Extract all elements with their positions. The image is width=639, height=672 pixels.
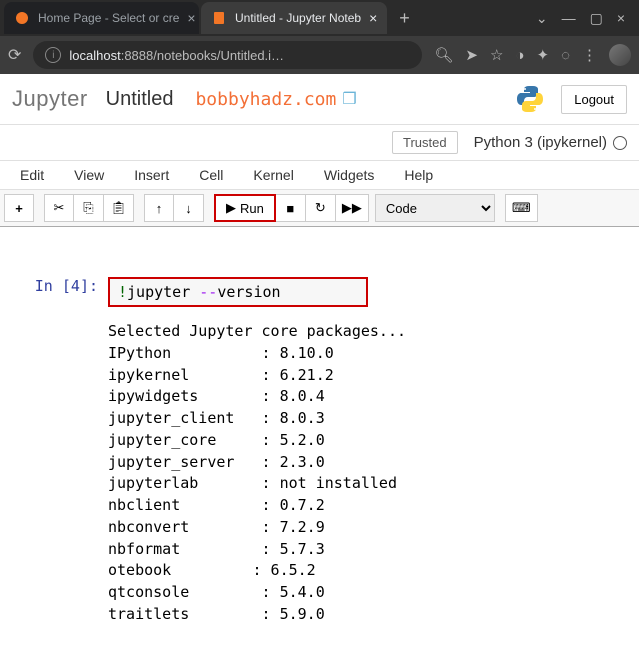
share-icon[interactable]: ➤ [465, 46, 478, 64]
close-window-icon[interactable]: × [617, 10, 625, 26]
run-button[interactable]: ▶ Run [214, 194, 276, 222]
celltype-select[interactable]: Code [375, 194, 495, 222]
menu-cell[interactable]: Cell [199, 167, 223, 183]
menu-icon[interactable]: ⋮ [582, 46, 597, 64]
command-palette-button[interactable]: ⌨ [505, 194, 538, 222]
site-info-icon[interactable]: i [45, 47, 61, 63]
menu-insert[interactable]: Insert [134, 167, 169, 183]
tab-title: Untitled - Jupyter Noteb [235, 11, 361, 25]
cube-icon: ❒ [342, 89, 356, 109]
copy-button[interactable]: ⎘ [74, 194, 104, 222]
browser-tab-notebook[interactable]: Untitled - Jupyter Noteb × [201, 2, 387, 34]
minimize-icon[interactable]: — [562, 10, 576, 26]
menu-edit[interactable]: Edit [20, 167, 44, 183]
tab-title: Home Page - Select or cre [38, 11, 179, 25]
close-icon[interactable]: × [187, 10, 195, 26]
notebook-favicon [211, 10, 227, 26]
reload-icon[interactable]: ⟳ [8, 45, 21, 65]
shield-icon[interactable]: ◑ [515, 47, 524, 64]
menu-kernel[interactable]: Kernel [253, 167, 293, 183]
code-input[interactable]: !jupyter --version [108, 277, 368, 307]
menubar: Edit View Insert Cell Kernel Widgets Hel… [0, 161, 639, 190]
browser-chrome: Home Page - Select or cre × Untitled - J… [0, 0, 639, 74]
url-text: localhost:8888/notebooks/Untitled.i… [69, 48, 284, 63]
url-field[interactable]: i localhost:8888/notebooks/Untitled.i… [33, 41, 422, 69]
menu-widgets[interactable]: Widgets [324, 167, 375, 183]
extensions-icon[interactable]: ✦ [537, 46, 550, 64]
maximize-icon[interactable]: ▢ [590, 10, 603, 27]
kernel-name: Python 3 (ipykernel) [474, 134, 607, 151]
jupyter-logo[interactable]: Jupyter [12, 86, 88, 112]
add-cell-button[interactable]: + [4, 194, 34, 222]
run-all-button[interactable]: ▶▶ [336, 194, 369, 222]
search-icon[interactable]: 🔍︎ [434, 46, 453, 64]
notebook-area: In [4]: !jupyter --version Selected Jupy… [0, 227, 639, 626]
code-cell[interactable]: In [4]: !jupyter --version [8, 277, 631, 307]
python-logo-icon [513, 82, 547, 116]
move-up-button[interactable]: ↑ [144, 194, 174, 222]
new-tab-button[interactable]: + [389, 8, 420, 29]
loading-icon[interactable]: ◌ [561, 47, 570, 64]
notebook-subheader: Trusted Python 3 (ipykernel) [0, 125, 639, 161]
address-bar: ⟳ i localhost:8888/notebooks/Untitled.i…… [0, 36, 639, 74]
notebook-name[interactable]: Untitled [106, 88, 174, 111]
browser-actions: 🔍︎ ➤ ☆ ◑ ✦ ◌ ⋮ [434, 44, 631, 66]
jupyter-favicon [14, 10, 30, 26]
close-icon[interactable]: × [369, 10, 377, 26]
bookmark-icon[interactable]: ☆ [490, 46, 503, 64]
kernel-status-icon [613, 136, 627, 150]
tab-strip: Home Page - Select or cre × Untitled - J… [0, 0, 639, 36]
output-text: Selected Jupyter core packages... IPytho… [108, 321, 406, 626]
move-down-button[interactable]: ↓ [174, 194, 204, 222]
input-prompt: In [4]: [8, 277, 108, 307]
logout-button[interactable]: Logout [561, 85, 627, 114]
avatar[interactable] [609, 44, 631, 66]
run-label: Run [240, 201, 264, 216]
notebook-header: Jupyter Untitled bobbyhadz.com ❒ Logout [0, 74, 639, 125]
cell-output: Selected Jupyter core packages... IPytho… [8, 321, 631, 626]
menu-view[interactable]: View [74, 167, 104, 183]
trusted-badge[interactable]: Trusted [392, 131, 458, 154]
menu-help[interactable]: Help [404, 167, 433, 183]
window-controls: ⌄ — ▢ × [536, 10, 635, 27]
paste-button[interactable]: 📋︎ [104, 194, 134, 222]
kernel-indicator[interactable]: Python 3 (ipykernel) [474, 134, 627, 151]
branding-text: bobbyhadz.com [195, 89, 336, 110]
restart-button[interactable]: ↻ [306, 194, 336, 222]
play-icon: ▶ [226, 200, 236, 216]
toolbar: + ✂ ⎘ 📋︎ ↑ ↓ ▶ Run ■ ↻ ▶▶ Code ⌨ [0, 190, 639, 227]
stop-button[interactable]: ■ [276, 194, 306, 222]
chevron-down-icon[interactable]: ⌄ [536, 10, 548, 27]
cut-button[interactable]: ✂ [44, 194, 74, 222]
browser-tab-home[interactable]: Home Page - Select or cre × [4, 2, 199, 34]
